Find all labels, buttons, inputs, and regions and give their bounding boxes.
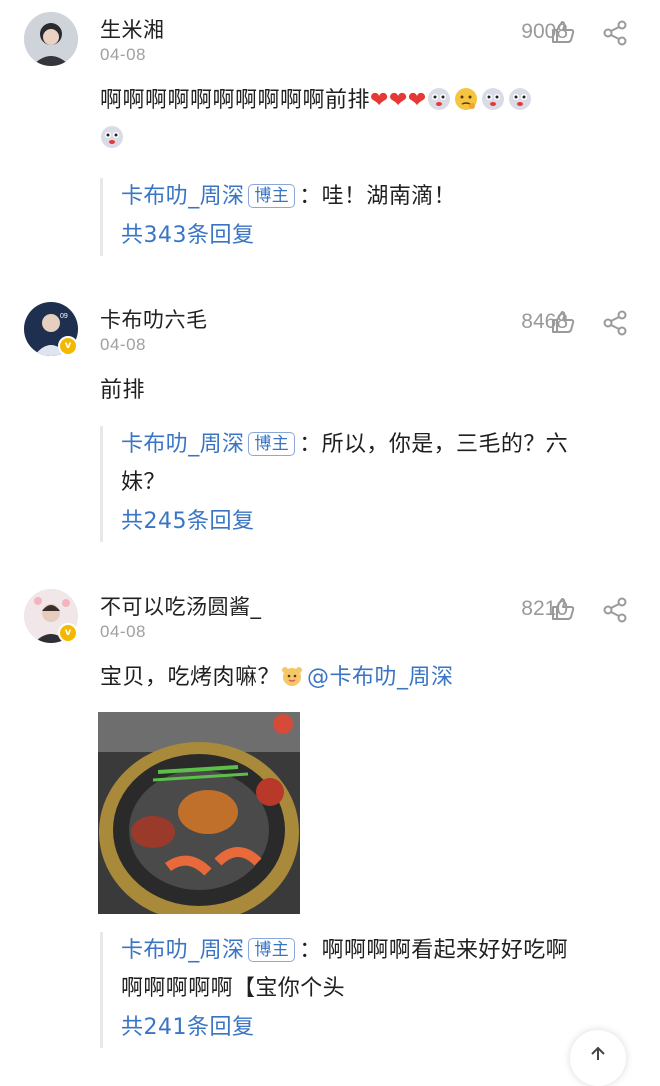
reply-count-link[interactable]: 共241条回复: [121, 1008, 641, 1048]
reply-author[interactable]: 卡布叻_周深: [121, 184, 244, 209]
dog-emoji: [508, 88, 531, 110]
comment-date: 04-08: [100, 45, 146, 64]
reply-text: ：啊啊啊啊看起来好好吃啊: [299, 938, 569, 963]
comment-text-content: 宝贝，吃烤肉嘛？: [100, 665, 281, 690]
username[interactable]: 卡布叻六毛: [100, 304, 208, 334]
thumbs-up-icon[interactable]: [550, 596, 576, 622]
username[interactable]: 不可以吃汤圆酱_: [100, 591, 262, 621]
comment-text-content: 啊啊啊啊啊啊啊啊啊啊前排: [100, 88, 371, 113]
verified-badge-icon: v: [58, 623, 78, 643]
comment-text: 啊啊啊啊啊啊啊啊啊啊前排❤❤❤: [100, 82, 535, 158]
reply-author[interactable]: 卡布叻_周深: [121, 432, 244, 457]
reply-preview[interactable]: 卡布叻_周深 博主 ：啊啊啊啊看起来好好吃啊 啊啊啊啊啊【宝你个头 共241条回复: [100, 932, 641, 1048]
scroll-to-top-button[interactable]: [570, 1030, 626, 1086]
share-icon[interactable]: [602, 20, 628, 46]
author-tag: 博主: [248, 432, 296, 456]
verified-badge-icon: v: [58, 336, 78, 356]
comment-photo[interactable]: [98, 712, 300, 914]
reply-preview[interactable]: 卡布叻_周深 博主 ：哇！湖南滴！ 共343条回复: [100, 178, 641, 256]
thumbs-up-icon[interactable]: [550, 309, 576, 335]
thinking-emoji: [454, 88, 477, 110]
svg-text:09: 09: [60, 313, 68, 320]
comment-item: v 不可以吃汤圆酱_ 04-08 8210 宝贝，吃烤肉嘛？ @卡布叻_周深 卡…: [0, 577, 660, 1060]
reply-line: 卡布叻_周深 博主 ：啊啊啊啊看起来好好吃啊: [121, 932, 641, 970]
comment-item: 生米湘 04-08 9008 啊啊啊啊啊啊啊啊啊啊前排❤❤❤ 卡布叻_周深 博主：…: [0, 0, 660, 280]
reply-count-link[interactable]: 共245条回复: [121, 502, 641, 542]
avatar[interactable]: [24, 12, 78, 66]
reply-count-link[interactable]: 共343条回复: [121, 216, 641, 256]
reply-text-continued: 啊啊啊啊啊【宝你个头: [121, 976, 346, 1001]
reply-line: 卡布叻_周深 博主 ：所以，你是，三毛的？六: [121, 426, 641, 464]
dog-emoji: [481, 88, 504, 110]
reply-text: ：所以，你是，三毛的？六: [299, 432, 569, 457]
dog-emoji: [101, 126, 123, 148]
comment-item: 09 v 卡布叻六毛 04-08 8468 前排 卡布叻_周深 博主 ：所以，你是，…: [0, 290, 660, 570]
scroll-top-icon: [591, 1046, 605, 1060]
author-tag: 博主: [248, 184, 296, 208]
reply-preview[interactable]: 卡布叻_周深 博主 ：所以，你是，三毛的？六 妹？ 共245条回复: [100, 426, 641, 542]
reply-text: ：哇！湖南滴！: [299, 184, 457, 209]
share-icon[interactable]: [602, 310, 628, 336]
reply-line: 卡布叻_周深 博主 ：哇！湖南滴！: [121, 178, 641, 216]
mention-link[interactable]: @卡布叻_周深: [307, 665, 454, 690]
comment-date: 04-08: [100, 335, 146, 354]
comment-text: 前排: [100, 378, 146, 403]
username[interactable]: 生米湘: [100, 14, 165, 44]
comment-text: 宝贝，吃烤肉嘛？ @卡布叻_周深: [100, 659, 454, 697]
comment-date: 04-08: [100, 622, 146, 641]
share-icon[interactable]: [602, 597, 628, 623]
reply-author[interactable]: 卡布叻_周深: [121, 938, 244, 963]
thumbs-up-icon[interactable]: [550, 19, 576, 45]
reply-text-continued: 妹？: [121, 470, 166, 495]
bear-emoji: [282, 667, 303, 686]
author-tag: 博主: [248, 938, 296, 962]
heart-emoji: ❤❤❤: [370, 88, 427, 113]
dog-emoji: [427, 88, 450, 110]
